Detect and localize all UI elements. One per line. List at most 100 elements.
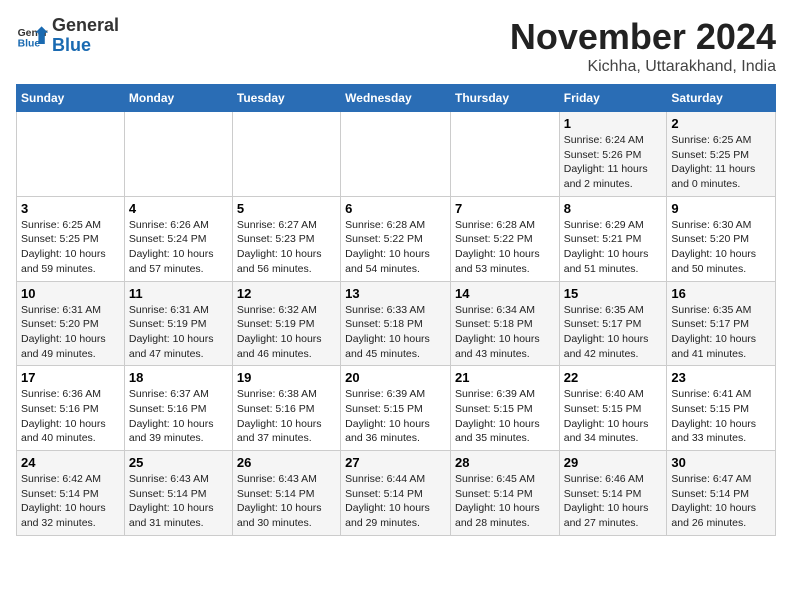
calendar-day-cell: 2 Sunrise: 6:25 AM Sunset: 5:25 PM Daylig… xyxy=(667,112,776,197)
day-info: Sunrise: 6:26 AM Sunset: 5:24 PM Dayligh… xyxy=(129,218,228,277)
day-info: Sunrise: 6:24 AM Sunset: 5:26 PM Dayligh… xyxy=(564,133,663,192)
day-info: Sunrise: 6:27 AM Sunset: 5:23 PM Dayligh… xyxy=(237,218,336,277)
calendar-day-cell: 6 Sunrise: 6:28 AM Sunset: 5:22 PM Daylig… xyxy=(341,196,451,281)
day-info: Sunrise: 6:43 AM Sunset: 5:14 PM Dayligh… xyxy=(129,472,228,531)
title-area: November 2024 Kichha, Uttarakhand, India xyxy=(510,16,776,76)
day-number: 9 xyxy=(671,201,771,216)
logo-general-text: General xyxy=(52,15,119,35)
calendar-day-cell: 19 Sunrise: 6:38 AM Sunset: 5:16 PM Dayli… xyxy=(232,366,340,451)
day-info: Sunrise: 6:28 AM Sunset: 5:22 PM Dayligh… xyxy=(345,218,446,277)
calendar-day-cell: 22Sunrise: 6:40 AM Sunset: 5:15 PM Dayli… xyxy=(559,366,667,451)
day-number: 26 xyxy=(237,455,336,470)
day-number: 23 xyxy=(671,370,771,385)
calendar-week-row: 24 Sunrise: 6:42 AM Sunset: 5:14 PM Dayli… xyxy=(17,451,776,536)
weekday-header-cell: Saturday xyxy=(667,85,776,112)
calendar-day-cell: 29 Sunrise: 6:46 AM Sunset: 5:14 PM Dayli… xyxy=(559,451,667,536)
day-number: 15 xyxy=(564,286,663,301)
day-info: Sunrise: 6:30 AM Sunset: 5:20 PM Dayligh… xyxy=(671,218,771,277)
day-number: 20 xyxy=(345,370,446,385)
calendar-day-cell: 25 Sunrise: 6:43 AM Sunset: 5:14 PM Dayli… xyxy=(124,451,232,536)
logo-icon: General Blue xyxy=(16,20,48,52)
day-number: 12 xyxy=(237,286,336,301)
day-info: Sunrise: 6:40 AM Sunset: 5:15 PM Dayligh… xyxy=(564,387,663,446)
day-info: Sunrise: 6:39 AM Sunset: 5:15 PM Dayligh… xyxy=(345,387,446,446)
day-number: 24 xyxy=(21,455,120,470)
day-info: Sunrise: 6:31 AM Sunset: 5:20 PM Dayligh… xyxy=(21,303,120,362)
day-number: 1 xyxy=(564,116,663,131)
day-number: 25 xyxy=(129,455,228,470)
calendar-day-cell xyxy=(341,112,451,197)
day-number: 4 xyxy=(129,201,228,216)
day-info: Sunrise: 6:32 AM Sunset: 5:19 PM Dayligh… xyxy=(237,303,336,362)
day-info: Sunrise: 6:31 AM Sunset: 5:19 PM Dayligh… xyxy=(129,303,228,362)
day-number: 29 xyxy=(564,455,663,470)
weekday-header-cell: Tuesday xyxy=(232,85,340,112)
day-number: 17 xyxy=(21,370,120,385)
calendar-day-cell: 3 Sunrise: 6:25 AM Sunset: 5:25 PM Daylig… xyxy=(17,196,125,281)
calendar-day-cell: 27Sunrise: 6:44 AM Sunset: 5:14 PM Dayli… xyxy=(341,451,451,536)
day-number: 5 xyxy=(237,201,336,216)
calendar-day-cell: 14Sunrise: 6:34 AM Sunset: 5:18 PM Dayli… xyxy=(450,281,559,366)
day-info: Sunrise: 6:34 AM Sunset: 5:18 PM Dayligh… xyxy=(455,303,555,362)
calendar-day-cell: 9 Sunrise: 6:30 AM Sunset: 5:20 PM Daylig… xyxy=(667,196,776,281)
weekday-header-cell: Monday xyxy=(124,85,232,112)
calendar-day-cell: 20 Sunrise: 6:39 AM Sunset: 5:15 PM Dayli… xyxy=(341,366,451,451)
calendar-day-cell: 1 Sunrise: 6:24 AM Sunset: 5:26 PM Daylig… xyxy=(559,112,667,197)
day-info: Sunrise: 6:35 AM Sunset: 5:17 PM Dayligh… xyxy=(564,303,663,362)
calendar-day-cell: 8 Sunrise: 6:29 AM Sunset: 5:21 PM Daylig… xyxy=(559,196,667,281)
weekday-header-cell: Friday xyxy=(559,85,667,112)
day-number: 30 xyxy=(671,455,771,470)
day-number: 7 xyxy=(455,201,555,216)
day-info: Sunrise: 6:47 AM Sunset: 5:14 PM Dayligh… xyxy=(671,472,771,531)
day-info: Sunrise: 6:39 AM Sunset: 5:15 PM Dayligh… xyxy=(455,387,555,446)
day-info: Sunrise: 6:28 AM Sunset: 5:22 PM Dayligh… xyxy=(455,218,555,277)
day-number: 2 xyxy=(671,116,771,131)
month-title: November 2024 xyxy=(510,16,776,58)
svg-text:Blue: Blue xyxy=(18,38,41,49)
weekday-header-cell: Thursday xyxy=(450,85,559,112)
header: General Blue General Blue November 2024 … xyxy=(16,16,776,76)
weekday-header-cell: Wednesday xyxy=(341,85,451,112)
day-info: Sunrise: 6:33 AM Sunset: 5:18 PM Dayligh… xyxy=(345,303,446,362)
calendar-day-cell: 26Sunrise: 6:43 AM Sunset: 5:14 PM Dayli… xyxy=(232,451,340,536)
calendar-day-cell xyxy=(17,112,125,197)
calendar-day-cell: 17 Sunrise: 6:36 AM Sunset: 5:16 PM Dayli… xyxy=(17,366,125,451)
day-info: Sunrise: 6:29 AM Sunset: 5:21 PM Dayligh… xyxy=(564,218,663,277)
location-title: Kichha, Uttarakhand, India xyxy=(510,58,776,76)
calendar-day-cell: 28 Sunrise: 6:45 AM Sunset: 5:14 PM Dayli… xyxy=(450,451,559,536)
calendar-day-cell: 13Sunrise: 6:33 AM Sunset: 5:18 PM Dayli… xyxy=(341,281,451,366)
logo: General Blue General Blue xyxy=(16,16,119,56)
day-number: 6 xyxy=(345,201,446,216)
calendar-body: 1 Sunrise: 6:24 AM Sunset: 5:26 PM Daylig… xyxy=(17,112,776,536)
calendar-table: SundayMondayTuesdayWednesdayThursdayFrid… xyxy=(16,84,776,536)
day-info: Sunrise: 6:46 AM Sunset: 5:14 PM Dayligh… xyxy=(564,472,663,531)
calendar-day-cell: 5 Sunrise: 6:27 AM Sunset: 5:23 PM Daylig… xyxy=(232,196,340,281)
day-number: 16 xyxy=(671,286,771,301)
calendar-day-cell: 16 Sunrise: 6:35 AM Sunset: 5:17 PM Dayli… xyxy=(667,281,776,366)
calendar-day-cell: 30 Sunrise: 6:47 AM Sunset: 5:14 PM Dayli… xyxy=(667,451,776,536)
day-info: Sunrise: 6:36 AM Sunset: 5:16 PM Dayligh… xyxy=(21,387,120,446)
day-number: 19 xyxy=(237,370,336,385)
calendar-day-cell xyxy=(450,112,559,197)
day-info: Sunrise: 6:44 AM Sunset: 5:14 PM Dayligh… xyxy=(345,472,446,531)
day-info: Sunrise: 6:35 AM Sunset: 5:17 PM Dayligh… xyxy=(671,303,771,362)
day-info: Sunrise: 6:38 AM Sunset: 5:16 PM Dayligh… xyxy=(237,387,336,446)
calendar-week-row: 3 Sunrise: 6:25 AM Sunset: 5:25 PM Daylig… xyxy=(17,196,776,281)
day-info: Sunrise: 6:41 AM Sunset: 5:15 PM Dayligh… xyxy=(671,387,771,446)
day-number: 11 xyxy=(129,286,228,301)
day-info: Sunrise: 6:25 AM Sunset: 5:25 PM Dayligh… xyxy=(21,218,120,277)
day-number: 8 xyxy=(564,201,663,216)
day-info: Sunrise: 6:42 AM Sunset: 5:14 PM Dayligh… xyxy=(21,472,120,531)
day-number: 28 xyxy=(455,455,555,470)
calendar-day-cell: 12 Sunrise: 6:32 AM Sunset: 5:19 PM Dayli… xyxy=(232,281,340,366)
calendar-day-cell: 4 Sunrise: 6:26 AM Sunset: 5:24 PM Daylig… xyxy=(124,196,232,281)
calendar-day-cell: 7 Sunrise: 6:28 AM Sunset: 5:22 PM Daylig… xyxy=(450,196,559,281)
day-info: Sunrise: 6:25 AM Sunset: 5:25 PM Dayligh… xyxy=(671,133,771,192)
calendar-day-cell: 15 Sunrise: 6:35 AM Sunset: 5:17 PM Dayli… xyxy=(559,281,667,366)
day-number: 3 xyxy=(21,201,120,216)
calendar-week-row: 17 Sunrise: 6:36 AM Sunset: 5:16 PM Dayli… xyxy=(17,366,776,451)
day-info: Sunrise: 6:37 AM Sunset: 5:16 PM Dayligh… xyxy=(129,387,228,446)
calendar-day-cell: 18Sunrise: 6:37 AM Sunset: 5:16 PM Dayli… xyxy=(124,366,232,451)
day-info: Sunrise: 6:45 AM Sunset: 5:14 PM Dayligh… xyxy=(455,472,555,531)
weekday-header-row: SundayMondayTuesdayWednesdayThursdayFrid… xyxy=(17,85,776,112)
